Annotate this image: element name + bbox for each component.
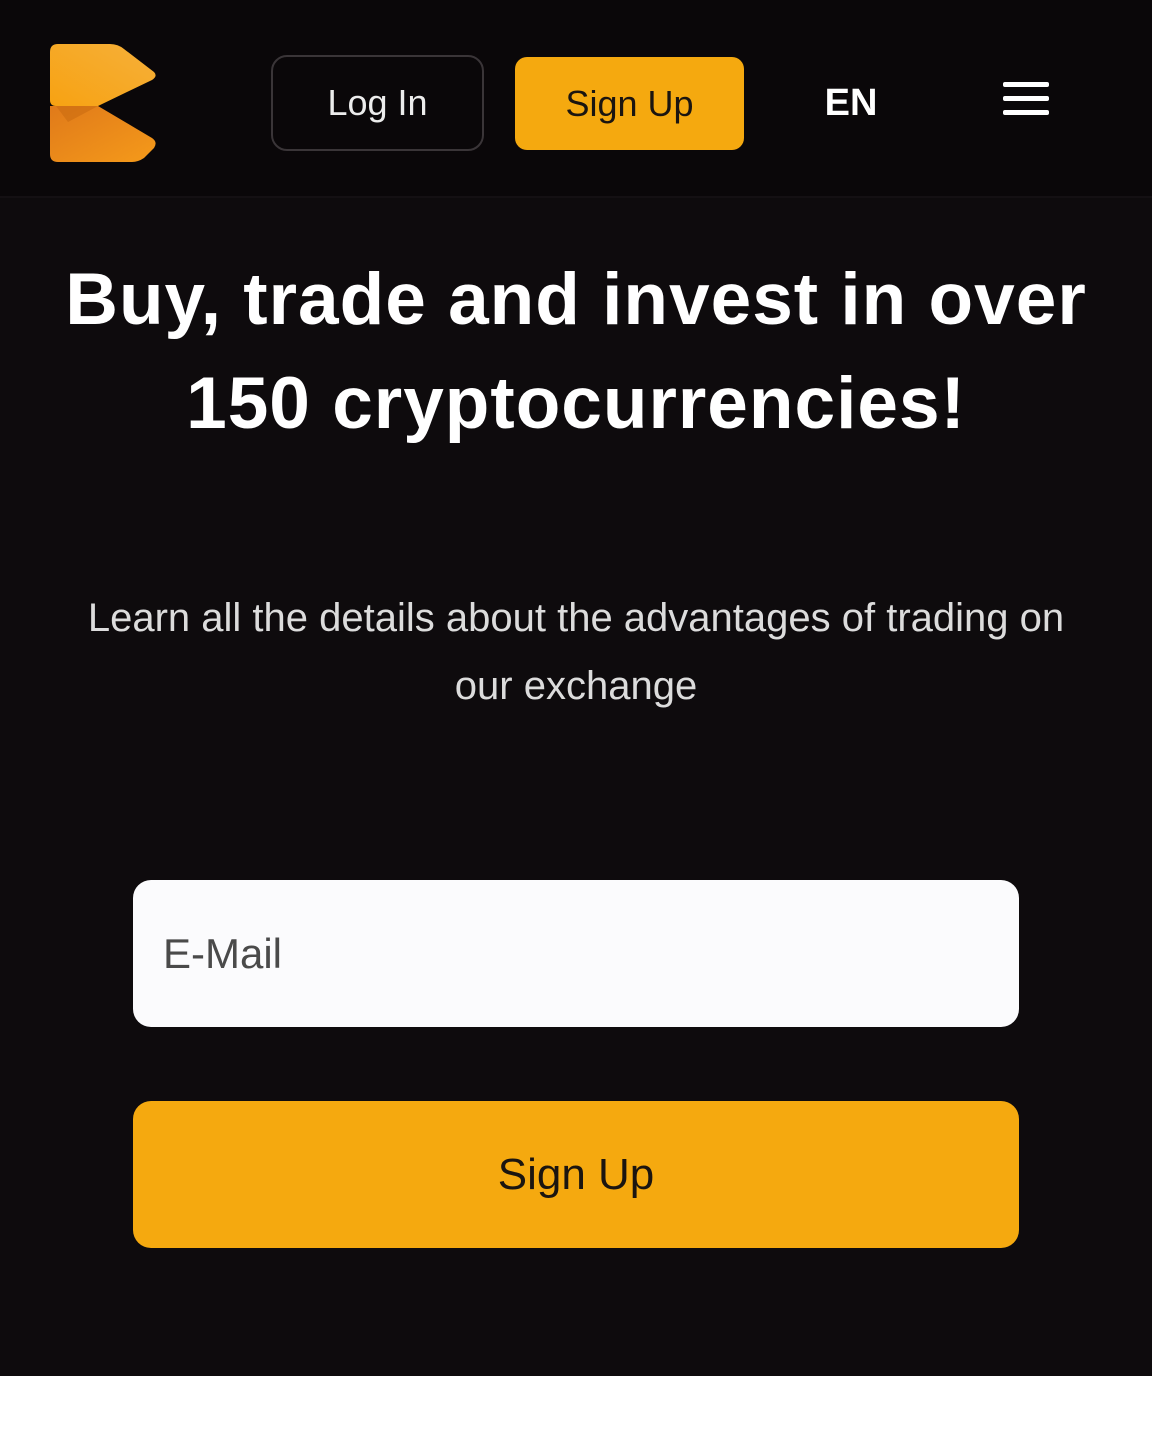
app-screen: Log In Sign Up EN Buy, trade and invest … (0, 0, 1152, 1376)
menu-bar (1003, 110, 1049, 115)
menu-bar (1003, 96, 1049, 101)
language-selector[interactable]: EN (800, 70, 902, 136)
page: Log In Sign Up EN Buy, trade and invest … (0, 0, 1152, 1440)
menu-bar (1003, 82, 1049, 87)
login-button[interactable]: Log In (271, 55, 484, 151)
hero-title: Buy, trade and invest in over 150 crypto… (65, 259, 1087, 444)
hamburger-menu-icon[interactable] (1001, 82, 1051, 124)
top-navigation-bar: Log In Sign Up EN (0, 0, 1152, 198)
signup-button[interactable]: Sign Up (133, 1101, 1019, 1248)
email-input[interactable] (133, 880, 1019, 1027)
hero-subtitle: Learn all the details about the advantag… (87, 596, 1065, 708)
exchange-logo-icon[interactable] (48, 42, 158, 164)
header-signup-button[interactable]: Sign Up (515, 57, 744, 150)
